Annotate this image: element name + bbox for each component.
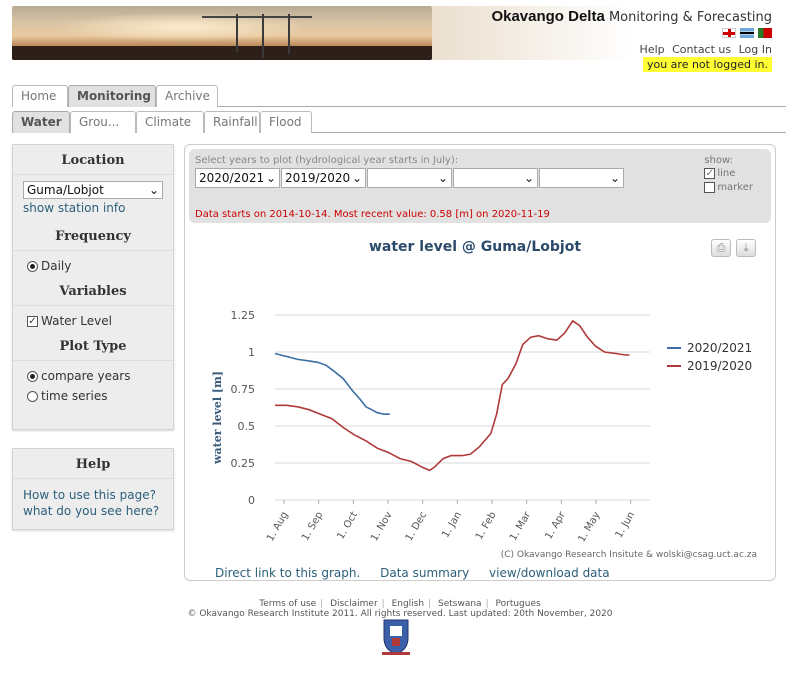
chevron-down-icon: ⌄ [148,183,159,197]
site-header: Okavango Delta Monitoring & Forecasting … [12,6,788,72]
login-link[interactable]: Log In [739,43,772,56]
x-tick-label: 1. Jun [614,510,638,540]
y-axis-label: water level [m] [211,371,224,465]
x-tick-label: 1. Feb [474,510,499,542]
compare-years-radio[interactable] [27,370,38,382]
top-links: Help Contact us Log In [636,43,772,56]
series-line [275,319,630,472]
options-panel: Location Guma/Lobjot ⌄ show station info … [12,144,174,430]
year-select-3[interactable]: ⌄ [367,168,452,188]
x-tick-label: 1. May [576,510,602,544]
year-select-5[interactable]: ⌄ [539,168,624,188]
show-marker-option[interactable]: marker [704,182,753,193]
frequency-daily-option[interactable]: Daily [13,251,173,276]
daily-radio[interactable] [27,260,38,272]
y-tick-label: 0.25 [231,457,256,470]
what-do-you-see-link[interactable]: what do you see here? [23,503,163,519]
show-station-info-link[interactable]: show station info [23,201,163,215]
site-title: Okavango Delta Monitoring & Forecasting [491,8,772,25]
how-to-use-link[interactable]: How to use this page? [23,487,163,503]
legend-label: 2020/2021 [687,341,752,355]
header-banner-image [12,6,432,60]
y-tick-label: 1 [248,346,255,359]
chevron-down-icon: ⌄ [265,171,276,185]
frequency-heading: Frequency [13,221,173,251]
tab-archive[interactable]: Archive [156,85,218,107]
chevron-down-icon: ⌄ [609,171,620,185]
institute-logo [382,619,410,655]
english-link[interactable]: English [392,599,425,609]
disclaimer-link[interactable]: Disclaimer [330,599,378,609]
compare-years-option[interactable]: compare years [13,361,173,386]
contact-link[interactable]: Contact us [672,43,731,56]
x-tick-label: 1. Oct [335,510,360,542]
series-line [274,352,390,415]
direct-link[interactable]: Direct link to this graph. [215,566,360,580]
marker-checkbox[interactable] [704,182,716,193]
help-link[interactable]: Help [640,43,665,56]
portugal-flag-icon[interactable] [758,28,772,38]
x-tick-label: 1. Apr [543,509,568,541]
setswana-link[interactable]: Setswana [438,599,482,609]
year-select-2[interactable]: 2019/2020 ⌄ [281,168,366,188]
chart-credit: (C) Okavango Research Insitute & wolski@… [501,550,757,560]
year-select-1[interactable]: 2020/2021 ⌄ [195,168,280,188]
y-tick-label: 1.25 [231,309,256,322]
x-tick-label: 1. Nov [369,510,395,543]
location-select[interactable]: Guma/Lobjot ⌄ [23,181,163,199]
x-tick-label: 1. Mar [508,509,534,543]
time-series-radio[interactable] [27,390,38,402]
water-level-option[interactable]: ✓ Water Level [13,306,173,331]
year-select-hint: Select years to plot (hydrological year … [195,155,459,166]
main-tabs: Home Monitoring Archive [12,85,786,107]
x-tick-label: 1. Aug [265,510,291,543]
location-heading: Location [13,145,173,175]
y-tick-label: 0 [248,494,255,507]
chart-title: water level @ Guma/Lobjot [368,239,582,255]
tab-climate[interactable]: Climate [136,111,204,133]
chevron-down-icon: ⌄ [351,171,362,185]
view-download-link[interactable]: view/download data [489,566,610,580]
graph-links: Direct link to this graph. Data summary … [215,566,626,580]
english-flag-icon[interactable] [722,28,736,38]
tab-home[interactable]: Home [12,85,68,107]
tab-flood[interactable]: Flood [260,111,312,133]
botswana-flag-icon[interactable] [740,28,754,38]
chevron-down-icon: ⌄ [437,171,448,185]
tab-monitoring[interactable]: Monitoring [68,85,156,107]
x-tick-label: 1. Dec [404,510,430,543]
show-options: show: ✓ line marker [704,155,753,193]
year-controls: Select years to plot (hydrological year … [189,149,771,223]
data-range-message: Data starts on 2014-10-14. Most recent v… [195,209,550,220]
sub-tabs: Water Grou... Climate Rainfall Flood [12,111,786,133]
water-level-checkbox[interactable]: ✓ [27,315,38,327]
plot-type-heading: Plot Type [13,331,173,361]
x-tick-label: 1. Sep [300,510,325,543]
page-footer: Terms of use | Disclaimer | English | Setsw… [0,599,800,619]
chevron-down-icon: ⌄ [523,171,534,185]
water-level-chart: 0 0.25 0.5 0.75 1 1.25 water level [m] 1. Aug 1.… [211,309,757,560]
tab-groundwater[interactable]: Grou... [70,111,136,133]
legend-label: 2019/2020 [687,359,752,373]
variables-heading: Variables [13,276,173,306]
tab-rainfall[interactable]: Rainfall [204,111,260,133]
terms-link[interactable]: Terms of use [259,599,316,609]
show-line-option[interactable]: ✓ line [704,168,753,179]
graph-panel: Select years to plot (hydrological year … [184,144,776,581]
line-checkbox[interactable]: ✓ [704,168,716,179]
y-tick-label: 0.75 [231,383,256,396]
y-tick-label: 0.5 [238,420,256,433]
tab-water[interactable]: Water [12,111,70,133]
show-label: show: [704,155,733,166]
help-panel: Help How to use this page? what do you s… [12,448,174,530]
year-select-4[interactable]: ⌄ [453,168,538,188]
portugues-link[interactable]: Portugues [496,599,541,609]
language-flags [722,28,772,38]
help-heading: Help [13,449,173,479]
login-status: you are not logged in. [642,57,772,72]
year-selects: 2020/2021 ⌄ 2019/2020 ⌄ ⌄ ⌄ ⌄ [195,168,624,188]
time-series-option[interactable]: time series [13,386,173,406]
data-summary-link[interactable]: Data summary [380,566,469,580]
x-tick-label: 1. Jan [440,510,464,540]
